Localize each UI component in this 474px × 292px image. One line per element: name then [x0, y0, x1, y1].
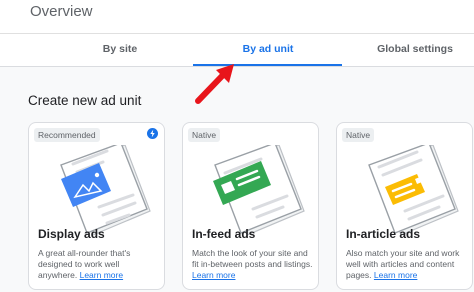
learn-more-link[interactable]: Learn more — [80, 270, 123, 280]
card-description: Match the look of your site and fit in-b… — [192, 248, 313, 280]
card-badge: Native — [188, 128, 221, 142]
tab-by-site[interactable]: By site — [90, 43, 150, 55]
in-feed-ads-card[interactable]: Native In-feed ads Match the look of you… — [182, 122, 319, 290]
in-feed-ads-illustration — [213, 145, 305, 236]
learn-more-link[interactable]: Learn more — [192, 270, 235, 280]
in-article-ads-illustration — [368, 145, 459, 236]
red-arrow-annotation — [195, 64, 234, 104]
card-badge: Native — [342, 128, 375, 142]
display-ads-illustration — [60, 145, 151, 236]
top-bar: Overview By site By ad unit Global setti… — [0, 0, 474, 66]
card-title: In-feed ads — [192, 227, 256, 241]
page-title: Overview — [30, 3, 93, 20]
learn-more-link[interactable]: Learn more — [374, 270, 417, 280]
header-divider — [0, 33, 474, 34]
card-title: In-article ads — [346, 227, 421, 241]
in-article-ads-card[interactable]: Native In-article ads Also match your si… — [336, 122, 473, 290]
tab-by-ad-unit[interactable]: By ad unit — [223, 43, 313, 55]
card-description: A great all-rounder that's designed to w… — [38, 248, 131, 280]
tab-global-settings[interactable]: Global settings — [365, 43, 465, 55]
bolt-icon — [147, 128, 158, 139]
display-ads-card[interactable]: Recommended Display ads A great all-roun… — [28, 122, 165, 290]
section-title: Create new ad unit — [28, 93, 142, 108]
card-description: Also match your site and work well with … — [346, 248, 460, 280]
card-badge: Recommended — [34, 128, 100, 142]
card-title: Display ads — [38, 227, 105, 241]
